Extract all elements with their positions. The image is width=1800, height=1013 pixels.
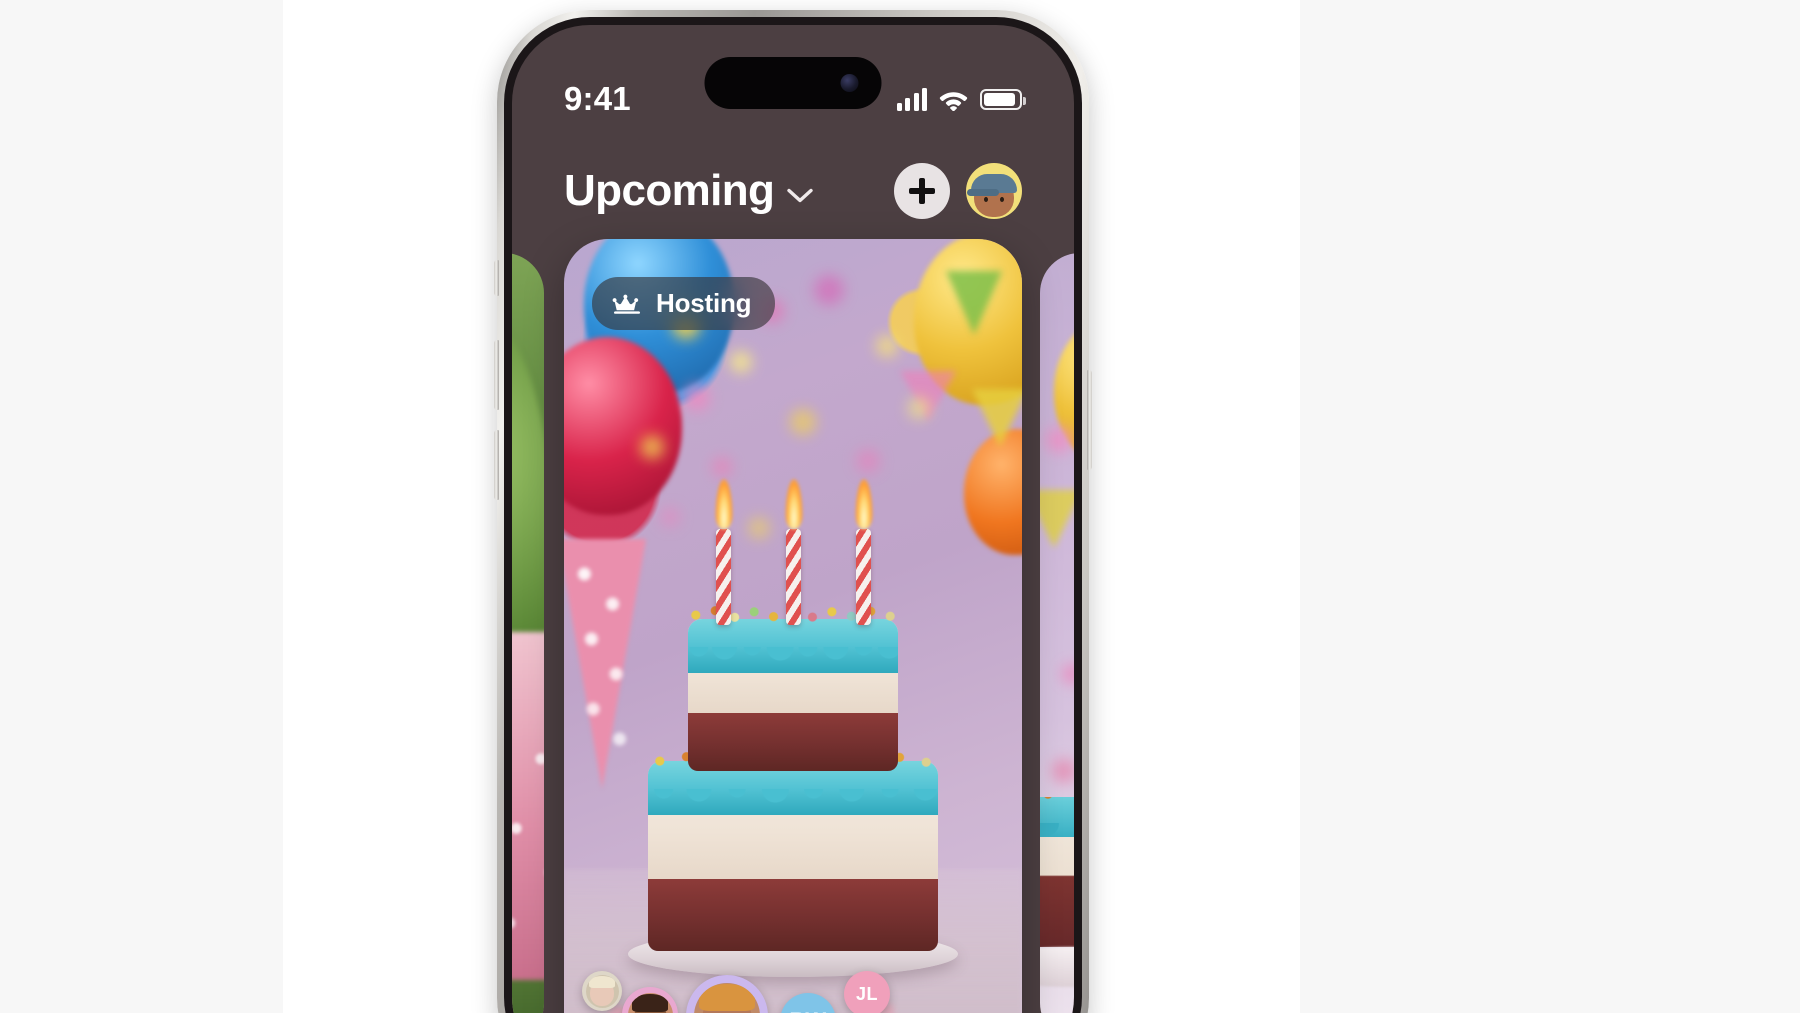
candle-2 <box>785 479 802 625</box>
attendee-initials: RW <box>789 1008 826 1013</box>
iphone-device: Hosting JL 9:41 Upcoming <box>494 10 1092 1013</box>
cake-icing-top <box>688 619 898 681</box>
chevron-down-icon[interactable] <box>787 188 814 203</box>
bunting-yellow <box>972 389 1022 447</box>
dynamic-island[interactable] <box>704 57 882 109</box>
silent-switch[interactable] <box>494 260 499 296</box>
attendee-initials: JL <box>855 983 878 1004</box>
attendee-avatar-initials[interactable]: RW <box>780 993 836 1013</box>
event-card-previous[interactable] <box>512 253 544 1013</box>
event-card-next[interactable] <box>1040 253 1074 1013</box>
attendee-avatar[interactable] <box>582 971 622 1011</box>
avatar <box>967 174 1017 217</box>
cellular-bars-icon <box>896 87 927 111</box>
volume-up-button[interactable] <box>494 340 499 410</box>
attendee-avatar-initials[interactable]: JL <box>844 971 890 1013</box>
crown-icon <box>612 294 640 314</box>
power-button[interactable] <box>1087 370 1092 470</box>
volume-down-button[interactable] <box>494 430 499 500</box>
profile-avatar-button[interactable] <box>966 163 1022 219</box>
attendee-cluster[interactable]: RW JL 🐙 <box>564 919 1022 1013</box>
bunting-green <box>946 271 1002 335</box>
add-event-button[interactable] <box>894 163 950 219</box>
status-indicators <box>896 58 1026 111</box>
hosting-badge-label: Hosting <box>656 288 752 318</box>
phone-screen: Hosting JL 9:41 Upcoming <box>512 25 1074 1013</box>
nav-bar: Upcoming <box>512 143 1074 239</box>
battery-icon <box>980 88 1026 110</box>
attendee-avatar[interactable] <box>622 987 678 1013</box>
front-camera-icon <box>840 74 859 92</box>
event-card-featured[interactable]: Hosting JL <box>564 239 1022 1013</box>
hosting-badge: Hosting <box>592 277 776 330</box>
page-title: Upcoming <box>564 166 775 215</box>
plus-icon <box>909 178 935 204</box>
screenshot-canvas: Hosting JL 9:41 Upcoming <box>0 0 1800 1013</box>
nav-title-menu[interactable]: Upcoming <box>564 166 814 215</box>
candle-1 <box>715 479 732 625</box>
events-carousel[interactable]: Hosting JL <box>512 239 1074 1013</box>
status-clock: 9:41 <box>564 80 631 117</box>
candle-3 <box>855 479 872 625</box>
attendee-avatar-featured[interactable] <box>686 975 768 1013</box>
page-background-left <box>0 0 283 1013</box>
nav-actions <box>894 163 1022 219</box>
cake-tier-top <box>688 619 898 771</box>
wifi-icon <box>939 91 968 111</box>
page-background-right <box>1300 0 1800 1013</box>
